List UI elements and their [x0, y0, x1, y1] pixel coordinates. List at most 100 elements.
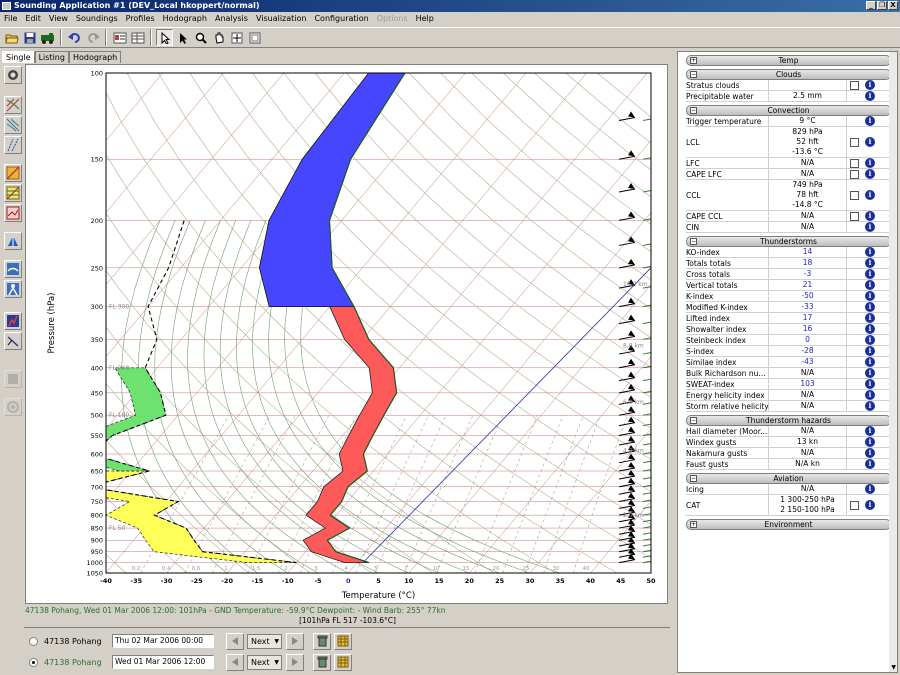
info-icon[interactable]: i [865, 116, 875, 126]
maximize-button[interactable]: ❐ [877, 1, 887, 10]
grid-orange-icon[interactable] [4, 164, 22, 182]
info-icon[interactable]: i [865, 346, 875, 356]
pan-hand-icon[interactable] [210, 29, 227, 46]
menu-analysis[interactable]: Analysis [211, 12, 252, 26]
expand-icon[interactable]: + [690, 521, 697, 528]
trash-icon[interactable] [313, 653, 331, 671]
menu-profiles[interactable]: Profiles [122, 12, 159, 26]
info-icon[interactable]: i [865, 91, 875, 101]
previous-arrow-icon[interactable] [226, 632, 244, 650]
info-icon[interactable]: i [865, 500, 875, 510]
info-icon[interactable]: i [865, 459, 875, 469]
camera-icon[interactable] [4, 66, 22, 84]
overlay-checkbox[interactable] [850, 211, 859, 221]
info-icon[interactable]: i [865, 137, 875, 147]
section-aviation[interactable]: − Aviation [686, 473, 891, 484]
sounding-radio[interactable] [29, 636, 38, 646]
skew-t-diagram[interactable]: 100 150 200 250 300 350 400 450 500 550 600 650 700 7… [25, 64, 668, 604]
menu-help[interactable]: Help [412, 12, 438, 26]
collapse-icon[interactable]: − [690, 71, 697, 78]
menu-hodograph[interactable]: Hodograph [159, 12, 211, 26]
info-icon[interactable]: i [865, 211, 875, 221]
collapse-icon[interactable]: − [690, 475, 697, 482]
menu-configuration[interactable]: Configuration [310, 12, 372, 26]
station-icon[interactable] [111, 29, 128, 46]
panel-scrollbar[interactable]: ▼ [889, 52, 897, 672]
sounding-radio-selected[interactable] [29, 657, 38, 667]
menu-soundings[interactable]: Soundings [72, 12, 122, 26]
info-icon[interactable]: i [865, 302, 875, 312]
info-icon[interactable]: i [865, 379, 875, 389]
next-arrow-icon[interactable] [286, 653, 304, 671]
info-icon[interactable]: i [865, 190, 875, 200]
adiabat-lines-icon[interactable] [4, 116, 22, 134]
info-icon[interactable]: i [865, 247, 875, 257]
info-icon[interactable]: i [865, 169, 875, 179]
tab-listing[interactable]: Listing [34, 51, 69, 63]
info-icon[interactable]: i [865, 324, 875, 334]
cloud-layer-icon[interactable] [4, 260, 22, 278]
info-icon[interactable]: i [865, 437, 875, 447]
profile-tool-icon[interactable] [4, 332, 22, 350]
section-convection[interactable]: − Convection [686, 105, 891, 116]
mixing-ratio-icon[interactable] [4, 136, 22, 154]
info-icon[interactable]: i [865, 313, 875, 323]
info-icon[interactable]: i [865, 368, 875, 378]
grid-export-icon[interactable] [334, 632, 352, 650]
sounding-datetime-field[interactable]: Thu 02 Mar 2006 00:00 [112, 634, 214, 648]
section-environment[interactable]: + Environment [686, 519, 891, 530]
sounding-datetime-field[interactable]: Wed 01 Mar 2006 12:00 [112, 655, 214, 669]
crosshair-icon[interactable] [228, 29, 245, 46]
info-icon[interactable]: i [865, 448, 875, 458]
collapse-icon[interactable]: − [690, 238, 697, 245]
info-icon[interactable]: i [865, 401, 875, 411]
grid-export-icon[interactable] [334, 653, 352, 671]
select-pointer-icon[interactable] [174, 29, 191, 46]
menu-file[interactable]: File [0, 12, 21, 26]
menu-view[interactable]: View [45, 12, 72, 26]
minimize-button[interactable]: _ [866, 1, 876, 10]
info-icon[interactable]: i [865, 222, 875, 232]
fit-view-icon[interactable] [246, 29, 263, 46]
info-icon[interactable]: i [865, 269, 875, 279]
open-folder-icon[interactable] [3, 29, 20, 46]
next-select[interactable]: Next ▼ [247, 633, 282, 649]
table-icon[interactable] [129, 29, 146, 46]
isotherm-lines-icon[interactable] [4, 96, 22, 114]
save-icon[interactable] [21, 29, 38, 46]
overlay-checkbox[interactable] [850, 500, 859, 510]
overlay-checkbox[interactable] [850, 190, 859, 200]
info-icon[interactable]: i [865, 426, 875, 436]
info-icon[interactable]: i [865, 390, 875, 400]
tab-hodograph[interactable]: Hodograph [68, 51, 122, 63]
grid-green-icon[interactable] [4, 184, 22, 202]
trash-icon[interactable] [313, 632, 331, 650]
previous-arrow-icon[interactable] [226, 653, 244, 671]
section-thunderstorm-hazards[interactable]: − Thunderstorm hazards [686, 415, 891, 426]
collapse-icon[interactable]: − [690, 417, 697, 424]
overlay-checkbox[interactable] [850, 158, 859, 168]
menu-visualization[interactable]: Visualization [252, 12, 311, 26]
pointer-icon[interactable] [156, 29, 173, 46]
close-button[interactable]: X [888, 1, 898, 10]
section-clouds[interactable]: − Clouds [686, 69, 891, 80]
profile-edit-icon[interactable] [4, 312, 22, 330]
undo-icon[interactable] [66, 29, 83, 46]
collapse-icon[interactable]: − [690, 107, 697, 114]
redo-icon[interactable] [84, 29, 101, 46]
expand-icon[interactable]: + [690, 57, 697, 64]
overlay-checkbox[interactable] [850, 80, 859, 90]
info-icon[interactable]: i [865, 291, 875, 301]
parcel-icon[interactable] [4, 280, 22, 298]
section-thunderstorms[interactable]: − Thunderstorms [686, 236, 891, 247]
tab-single[interactable]: Single [2, 51, 35, 63]
info-icon[interactable]: i [865, 158, 875, 168]
next-arrow-icon[interactable] [286, 632, 304, 650]
zoom-icon[interactable] [192, 29, 209, 46]
info-icon[interactable]: i [865, 258, 875, 268]
skew-t-svg[interactable]: 1001502002503003504004505005506006507007… [26, 65, 669, 605]
next-select[interactable]: Next ▼ [247, 654, 282, 670]
grid-red-icon[interactable] [4, 204, 22, 222]
locomotive-icon[interactable] [39, 29, 56, 46]
info-icon[interactable]: i [865, 280, 875, 290]
